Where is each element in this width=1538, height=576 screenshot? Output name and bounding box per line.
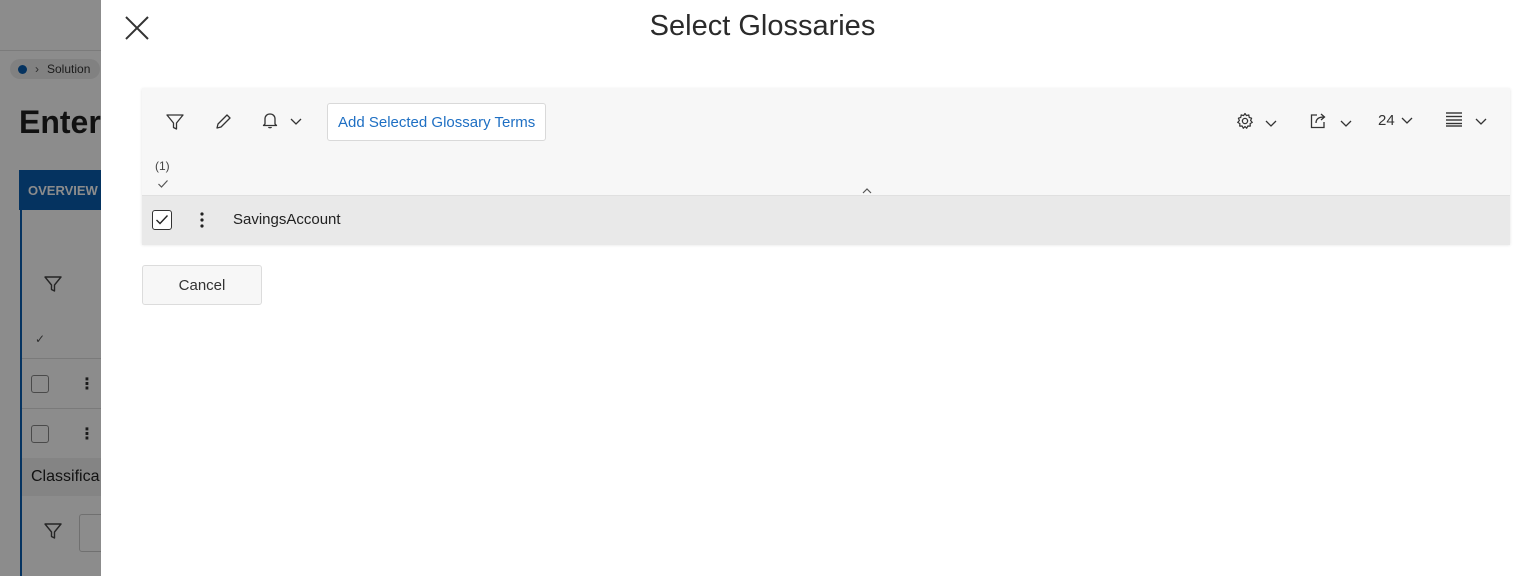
filter-icon[interactable] [165, 110, 185, 134]
chevron-down-icon [290, 113, 302, 131]
glossary-grid: Add Selected Glossary Terms 24 (1) Savin… [142, 88, 1510, 245]
row-checkbox[interactable] [152, 210, 172, 230]
kebab-icon[interactable] [198, 210, 206, 230]
pencil-icon[interactable] [213, 110, 233, 134]
chevron-down-icon [1475, 113, 1487, 131]
table-row[interactable]: SavingsAccount [142, 195, 1510, 245]
page-size-value: 24 [1378, 112, 1395, 129]
chevron-down-icon [1340, 115, 1352, 133]
view-menu[interactable] [1445, 111, 1487, 132]
chevron-down-icon [1401, 112, 1413, 129]
gear-icon [1235, 111, 1255, 136]
selection-count: (1) [155, 159, 170, 173]
list-view-icon [1445, 111, 1463, 132]
select-all-checkmark-icon[interactable] [157, 176, 169, 194]
chevron-down-icon [1265, 115, 1277, 133]
glossary-term-name: SavingsAccount [233, 211, 341, 228]
export-menu[interactable] [1308, 111, 1352, 136]
checkmark-icon [156, 215, 169, 225]
dialog-title: Select Glossaries [649, 10, 876, 42]
notifications-menu[interactable] [260, 110, 302, 134]
select-glossaries-dialog: Select Glossaries Add Selected Glossary … [101, 0, 1538, 576]
add-selected-glossary-terms-button[interactable]: Add Selected Glossary Terms [327, 103, 547, 141]
export-icon [1308, 111, 1328, 136]
bell-icon [260, 110, 280, 135]
cancel-button[interactable]: Cancel [142, 265, 262, 305]
page-size-select[interactable]: 24 [1378, 112, 1413, 129]
settings-menu[interactable] [1235, 111, 1277, 136]
